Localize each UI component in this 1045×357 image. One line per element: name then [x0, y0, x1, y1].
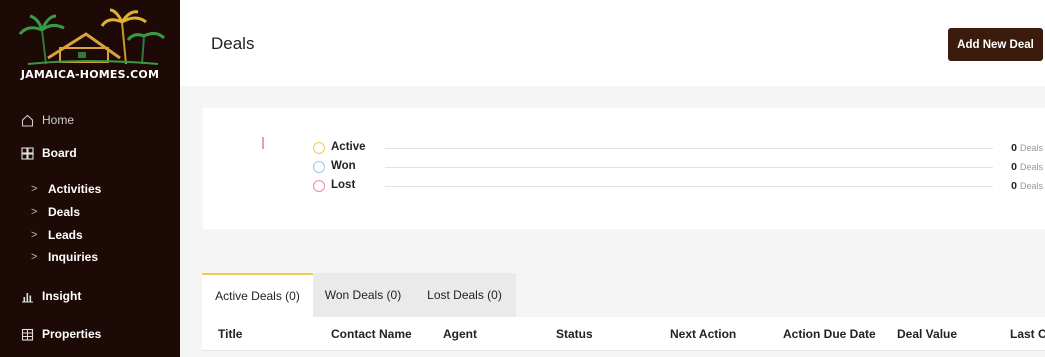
tab-active-deals[interactable]: Active Deals (0) [202, 273, 313, 317]
stat-name: Won [331, 160, 356, 172]
stat-divider [385, 167, 993, 168]
add-new-deal-button[interactable]: Add New Deal [948, 28, 1043, 61]
page-header: Deals Add New Deal [180, 0, 1045, 86]
sidebar-item-label: Insight [42, 289, 82, 303]
tab-won-deals[interactable]: Won Deals (0) [313, 273, 413, 317]
sidebar: JAMAICA-HOMES.COM Home Board > Activitie… [0, 0, 180, 357]
stat-unit: Deals [1019, 181, 1043, 191]
sidebar-subitem-leads[interactable]: > Leads [0, 225, 180, 245]
sidebar-subitem-activities[interactable]: > Activities [0, 179, 180, 199]
sidebar-subitem-inquiries[interactable]: > Inquiries [0, 247, 180, 267]
main-content: Deals Add New Deal Active 0 Deals Won 0 … [180, 0, 1045, 357]
board-grid-icon [20, 146, 34, 160]
chevron-right-icon: > [31, 251, 38, 263]
deals-table-header: Title Contact Name Agent Status Next Act… [202, 317, 1045, 351]
sidebar-subitem-label: Inquiries [48, 250, 99, 264]
stat-unit: Deals [1019, 143, 1043, 153]
bar-chart-icon [20, 289, 34, 303]
sidebar-item-board[interactable]: Board [0, 141, 180, 165]
column-header-status[interactable]: Status [556, 327, 593, 341]
status-dot-icon [313, 180, 325, 192]
deal-stats-card: Active 0 Deals Won 0 Deals Lost 0 Deals [203, 108, 1045, 229]
chevron-right-icon: > [31, 183, 38, 195]
chevron-right-icon: > [31, 206, 38, 218]
column-header-title[interactable]: Title [218, 327, 242, 341]
stat-row-active: Active 0 Deals [313, 140, 1045, 156]
sidebar-item-label: Home [42, 113, 75, 127]
sidebar-subitem-deals[interactable]: > Deals [0, 202, 180, 222]
stat-name: Lost [331, 179, 356, 191]
stat-count: 0 [1011, 161, 1017, 173]
stat-row-won: Won 0 Deals [313, 159, 1045, 175]
tab-lost-deals[interactable]: Lost Deals (0) [413, 273, 516, 317]
page-title: Deals [211, 34, 255, 53]
stat-count: 0 [1011, 180, 1017, 192]
sidebar-subitem-label: Leads [48, 228, 83, 242]
sidebar-item-home[interactable]: Home [0, 108, 180, 132]
column-header-last-contact[interactable]: Last Co [1010, 327, 1045, 341]
sidebar-subitem-label: Deals [48, 205, 81, 219]
stat-name: Active [331, 141, 366, 153]
stat-divider [385, 148, 993, 149]
column-header-deal-value[interactable]: Deal Value [897, 327, 957, 341]
stat-divider [385, 186, 993, 187]
stat-count: 0 [1011, 142, 1017, 154]
sidebar-item-insight[interactable]: Insight [0, 284, 180, 308]
sidebar-item-label: Board [42, 146, 77, 160]
sidebar-item-label: Properties [42, 327, 102, 341]
building-icon [20, 327, 34, 341]
brand-logo[interactable]: JAMAICA-HOMES.COM [8, 8, 172, 88]
column-header-contact-name[interactable]: Contact Name [331, 327, 412, 341]
home-icon [20, 113, 34, 127]
column-header-agent[interactable]: Agent [443, 327, 477, 341]
sidebar-item-properties[interactable]: Properties [0, 322, 180, 346]
column-header-next-action[interactable]: Next Action [670, 327, 736, 341]
status-dot-icon [313, 142, 325, 154]
stat-row-lost: Lost 0 Deals [313, 178, 1045, 194]
chart-marker [262, 137, 264, 149]
logo-text: JAMAICA-HOMES.COM [20, 68, 160, 81]
chevron-right-icon: > [31, 229, 38, 241]
stat-unit: Deals [1019, 162, 1043, 172]
deal-tabs: Active Deals (0) Won Deals (0) Lost Deal… [202, 273, 516, 317]
sidebar-subitem-label: Activities [48, 182, 102, 196]
column-header-action-due-date[interactable]: Action Due Date [783, 327, 876, 341]
status-dot-icon [313, 161, 325, 173]
